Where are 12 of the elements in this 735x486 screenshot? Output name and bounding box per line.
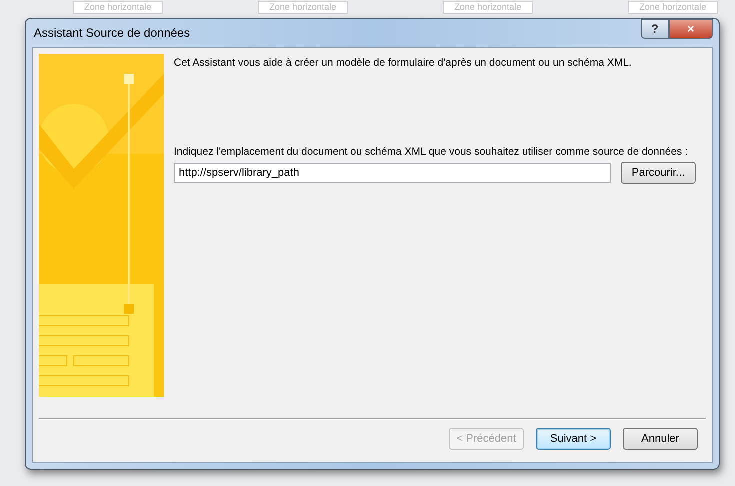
background-label: Zone horizontale	[73, 1, 163, 14]
help-button[interactable]: ?	[641, 19, 669, 39]
background-label: Zone horizontale	[628, 1, 718, 14]
wizard-button[interactable]: Annuler	[623, 428, 698, 450]
location-input-field[interactable]: http://spserv/library_path	[174, 163, 611, 183]
location-label: Indiquez l'emplacement du document ou schéma XML que vous souhaitez utiliser comme source de données :	[174, 146, 690, 158]
background-label: Zone horizontale	[258, 1, 348, 14]
background-label: Zone horizontale	[443, 1, 533, 14]
browse-button[interactable]: Parcourir...	[621, 162, 696, 184]
intro-text: Cet Assistant vous aide à créer un modèle de formulaire d'après un document ou un schéma XML.	[174, 57, 633, 69]
window-title: Assistant Source de données	[33, 26, 190, 40]
wizard-button[interactable]: Suivant >	[536, 428, 611, 450]
